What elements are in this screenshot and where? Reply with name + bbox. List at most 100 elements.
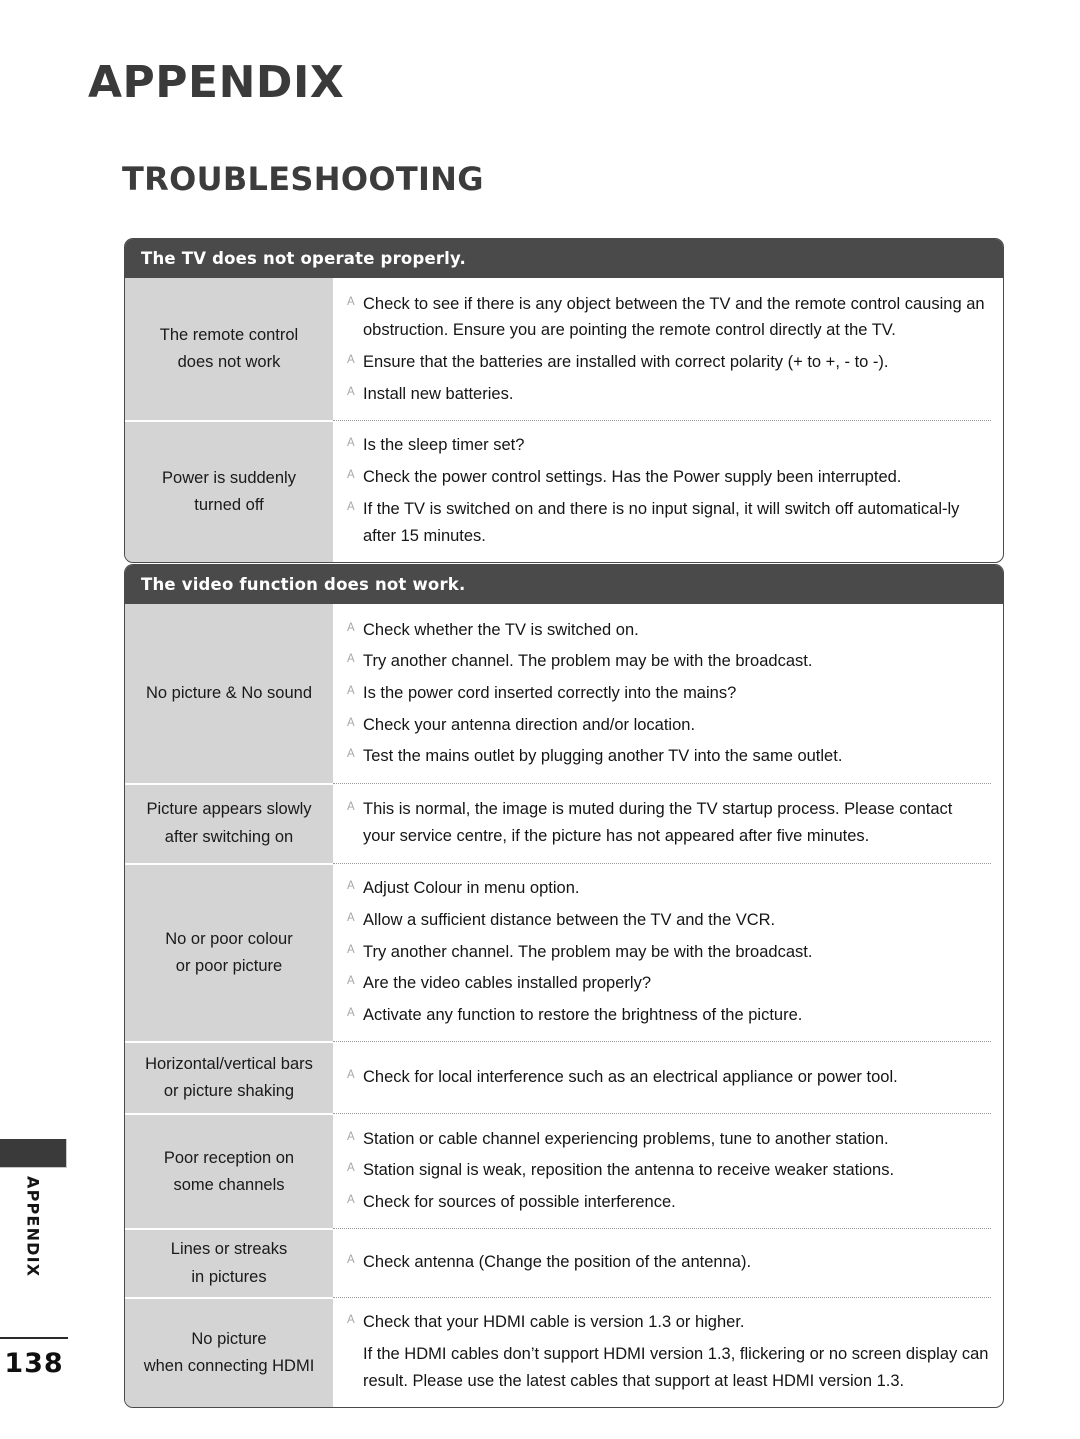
solution-list-cell: A Check antenna (Change the position of t… bbox=[333, 1228, 1003, 1296]
solution-text: Is the power cord inserted correctly int… bbox=[363, 683, 737, 702]
symptom-label-line: Power is suddenly bbox=[162, 468, 296, 487]
solution-list-cell: A Check for local interference such as an… bbox=[333, 1041, 1003, 1113]
bullet-marker-icon: A bbox=[347, 1341, 363, 1362]
symptom-label-line: No picture bbox=[191, 1329, 267, 1348]
solution-item: A If the TV is switched on and there is n… bbox=[347, 496, 989, 549]
solution-list-cell: A Check that your HDMI cable is version 1… bbox=[333, 1296, 1003, 1407]
solution-text: Station signal is weak, reposition the a… bbox=[363, 1161, 895, 1180]
solution-item: A Station signal is weak, reposition the … bbox=[347, 1157, 989, 1184]
solution-text: Are the video cables installed properly? bbox=[363, 974, 652, 993]
solution-item: A Check whether the TV is switched on. bbox=[347, 617, 989, 644]
symptom-label-cell: Poor reception on some channels bbox=[125, 1113, 333, 1229]
table-row: No picture & No sound A Check whether the … bbox=[125, 604, 1003, 783]
table-row: Picture appears slowly after switching on… bbox=[125, 782, 1003, 863]
symptom-label-line: turned off bbox=[194, 495, 264, 514]
solution-item: A Check your antenna direction and/or loc… bbox=[347, 712, 989, 739]
bullet-marker-icon: A bbox=[347, 469, 355, 482]
solution-item: A Adjust Colour in menu option. bbox=[347, 875, 989, 902]
solution-item: A Check that your HDMI cable is version 1… bbox=[347, 1309, 989, 1336]
solution-text: If the TV is switched on and there is no… bbox=[363, 499, 960, 545]
symptom-label-cell: Power is suddenly turned off bbox=[125, 419, 333, 562]
bullet-marker-icon: A bbox=[347, 748, 355, 761]
table-header-tv-does-not-operate-properly: The TV does not operate properly. bbox=[125, 239, 1003, 278]
bullet-marker-icon: A bbox=[347, 1068, 355, 1081]
table-row: No picture when connecting HDMI A Check tha… bbox=[125, 1296, 1003, 1407]
solution-text: Station or cable channel experiencing pr… bbox=[363, 1129, 889, 1148]
page-number-rule bbox=[0, 1337, 68, 1339]
bullet-marker-icon: A bbox=[347, 621, 355, 634]
solution-list-cell: A Station or cable channel experiencing p… bbox=[333, 1113, 1003, 1228]
bullet-marker-icon: A bbox=[347, 880, 355, 893]
solution-item: A Is the sleep timer set? bbox=[347, 432, 989, 459]
solution-text: Allow a sufficient distance between the … bbox=[363, 910, 776, 929]
solution-text: Check antenna (Change the position of th… bbox=[363, 1253, 752, 1272]
solution-item: AIf the HDMI cables don’t support HDMI v… bbox=[347, 1341, 989, 1394]
solution-item: A Station or cable channel experiencing p… bbox=[347, 1126, 989, 1153]
symptom-label-cell: Lines or streaks in pictures bbox=[125, 1228, 333, 1297]
symptom-label-line: Poor reception on bbox=[163, 1148, 295, 1167]
solution-item: A Try another channel. The problem may be… bbox=[347, 648, 989, 675]
table-row: Poor reception on some channels A Station o… bbox=[125, 1113, 1003, 1229]
solution-text: Activate any function to restore the bri… bbox=[363, 1005, 803, 1024]
solution-list-cell: A This is normal, the image is muted duri… bbox=[333, 782, 1003, 863]
solution-text: Is the sleep timer set? bbox=[363, 436, 525, 455]
symptom-label-cell: No or poor colour or poor picture bbox=[125, 862, 333, 1042]
solution-text: This is normal, the image is muted durin… bbox=[363, 799, 953, 845]
symptom-label-line: No picture & No sound bbox=[145, 683, 312, 702]
bullet-marker-icon: A bbox=[347, 437, 355, 450]
solution-text: Try another channel. The problem may be … bbox=[363, 942, 813, 961]
symptom-label-line: Horizontal/vertical bars bbox=[145, 1054, 313, 1073]
bullet-marker-icon: A bbox=[347, 1314, 355, 1327]
symptom-label-cell: Picture appears slowly after switching on bbox=[125, 782, 333, 863]
bullet-marker-icon: A bbox=[347, 1254, 355, 1267]
page-number: 138 bbox=[4, 1348, 64, 1379]
table-body: No picture & No sound A Check whether the … bbox=[125, 604, 1003, 1407]
symptom-label-line: The remote control bbox=[159, 325, 299, 344]
bullet-marker-icon: A bbox=[347, 500, 355, 513]
solution-item: A This is normal, the image is muted duri… bbox=[347, 796, 989, 849]
troubleshooting-table-video-function-does-not-work: The video function does not work. No pict… bbox=[124, 564, 1004, 1408]
solution-item: A Try another channel. The problem may be… bbox=[347, 939, 989, 966]
symptom-label-line: or picture shaking bbox=[163, 1082, 295, 1101]
solution-item: A Check for sources of possible interfere… bbox=[347, 1189, 989, 1216]
vertical-section-label: APPENDIX bbox=[0, 1176, 66, 1296]
symptom-label-line: after switching on bbox=[164, 827, 294, 846]
table-row: Lines or streaks in pictures A Check antenn… bbox=[125, 1228, 1003, 1297]
solution-text: Check for sources of possible interferen… bbox=[363, 1193, 676, 1212]
solution-text: Try another channel. The problem may be … bbox=[363, 652, 813, 671]
bullet-marker-icon: A bbox=[347, 684, 355, 697]
bullet-marker-icon: A bbox=[347, 295, 355, 308]
section-title: TROUBLESHOOTING bbox=[122, 160, 484, 198]
solution-item: A Check for local interference such as an… bbox=[347, 1064, 989, 1091]
table-header-video-function-does-not-work: The video function does not work. bbox=[125, 565, 1003, 604]
troubleshooting-table-tv-does-not-operate-properly: The TV does not operate properly. The rem… bbox=[124, 238, 1004, 563]
symptom-label-line: Lines or streaks bbox=[170, 1240, 288, 1259]
symptom-label-line: when connecting HDMI bbox=[143, 1356, 315, 1375]
solution-text: Install new batteries. bbox=[363, 384, 514, 403]
bullet-marker-icon: A bbox=[347, 653, 355, 666]
solution-item: A Check the power control settings. Has t… bbox=[347, 464, 989, 491]
bullet-marker-icon: A bbox=[347, 353, 355, 366]
bullet-marker-icon: A bbox=[347, 385, 355, 398]
solution-item: A Test the mains outlet by plugging anoth… bbox=[347, 743, 989, 770]
symptom-label-cell: No picture & No sound bbox=[125, 604, 333, 783]
symptom-label-line: Picture appears slowly bbox=[146, 800, 312, 819]
solution-text: Check to see if there is any object betw… bbox=[363, 294, 985, 340]
bullet-marker-icon: A bbox=[347, 943, 355, 956]
solution-list-cell: A Check to see if there is any object bet… bbox=[333, 278, 1003, 420]
symptom-label-line: No or poor colour bbox=[165, 929, 293, 948]
vertical-section-label-text: APPENDIX bbox=[23, 1176, 43, 1278]
table-row: Power is suddenly turned off A Is the sleep… bbox=[125, 419, 1003, 562]
bullet-marker-icon: A bbox=[347, 1130, 355, 1143]
solution-item: A Is the power cord inserted correctly in… bbox=[347, 680, 989, 707]
solution-item: A Install new batteries. bbox=[347, 381, 989, 408]
solution-text: Ensure that the batteries are installed … bbox=[363, 352, 889, 371]
solution-text: Check whether the TV is switched on. bbox=[363, 620, 639, 639]
solution-item: A Ensure that the batteries are installed… bbox=[347, 349, 989, 376]
bullet-marker-icon: A bbox=[347, 1194, 355, 1207]
symptom-label-cell: Horizontal/vertical bars or picture shaki… bbox=[125, 1041, 333, 1114]
symptom-label-cell: No picture when connecting HDMI bbox=[125, 1296, 333, 1407]
solution-list-cell: A Check whether the TV is switched on. A Tr… bbox=[333, 604, 1003, 783]
solution-item: A Allow a sufficient distance between the… bbox=[347, 907, 989, 934]
solution-item: A Are the video cables installed properly… bbox=[347, 970, 989, 997]
